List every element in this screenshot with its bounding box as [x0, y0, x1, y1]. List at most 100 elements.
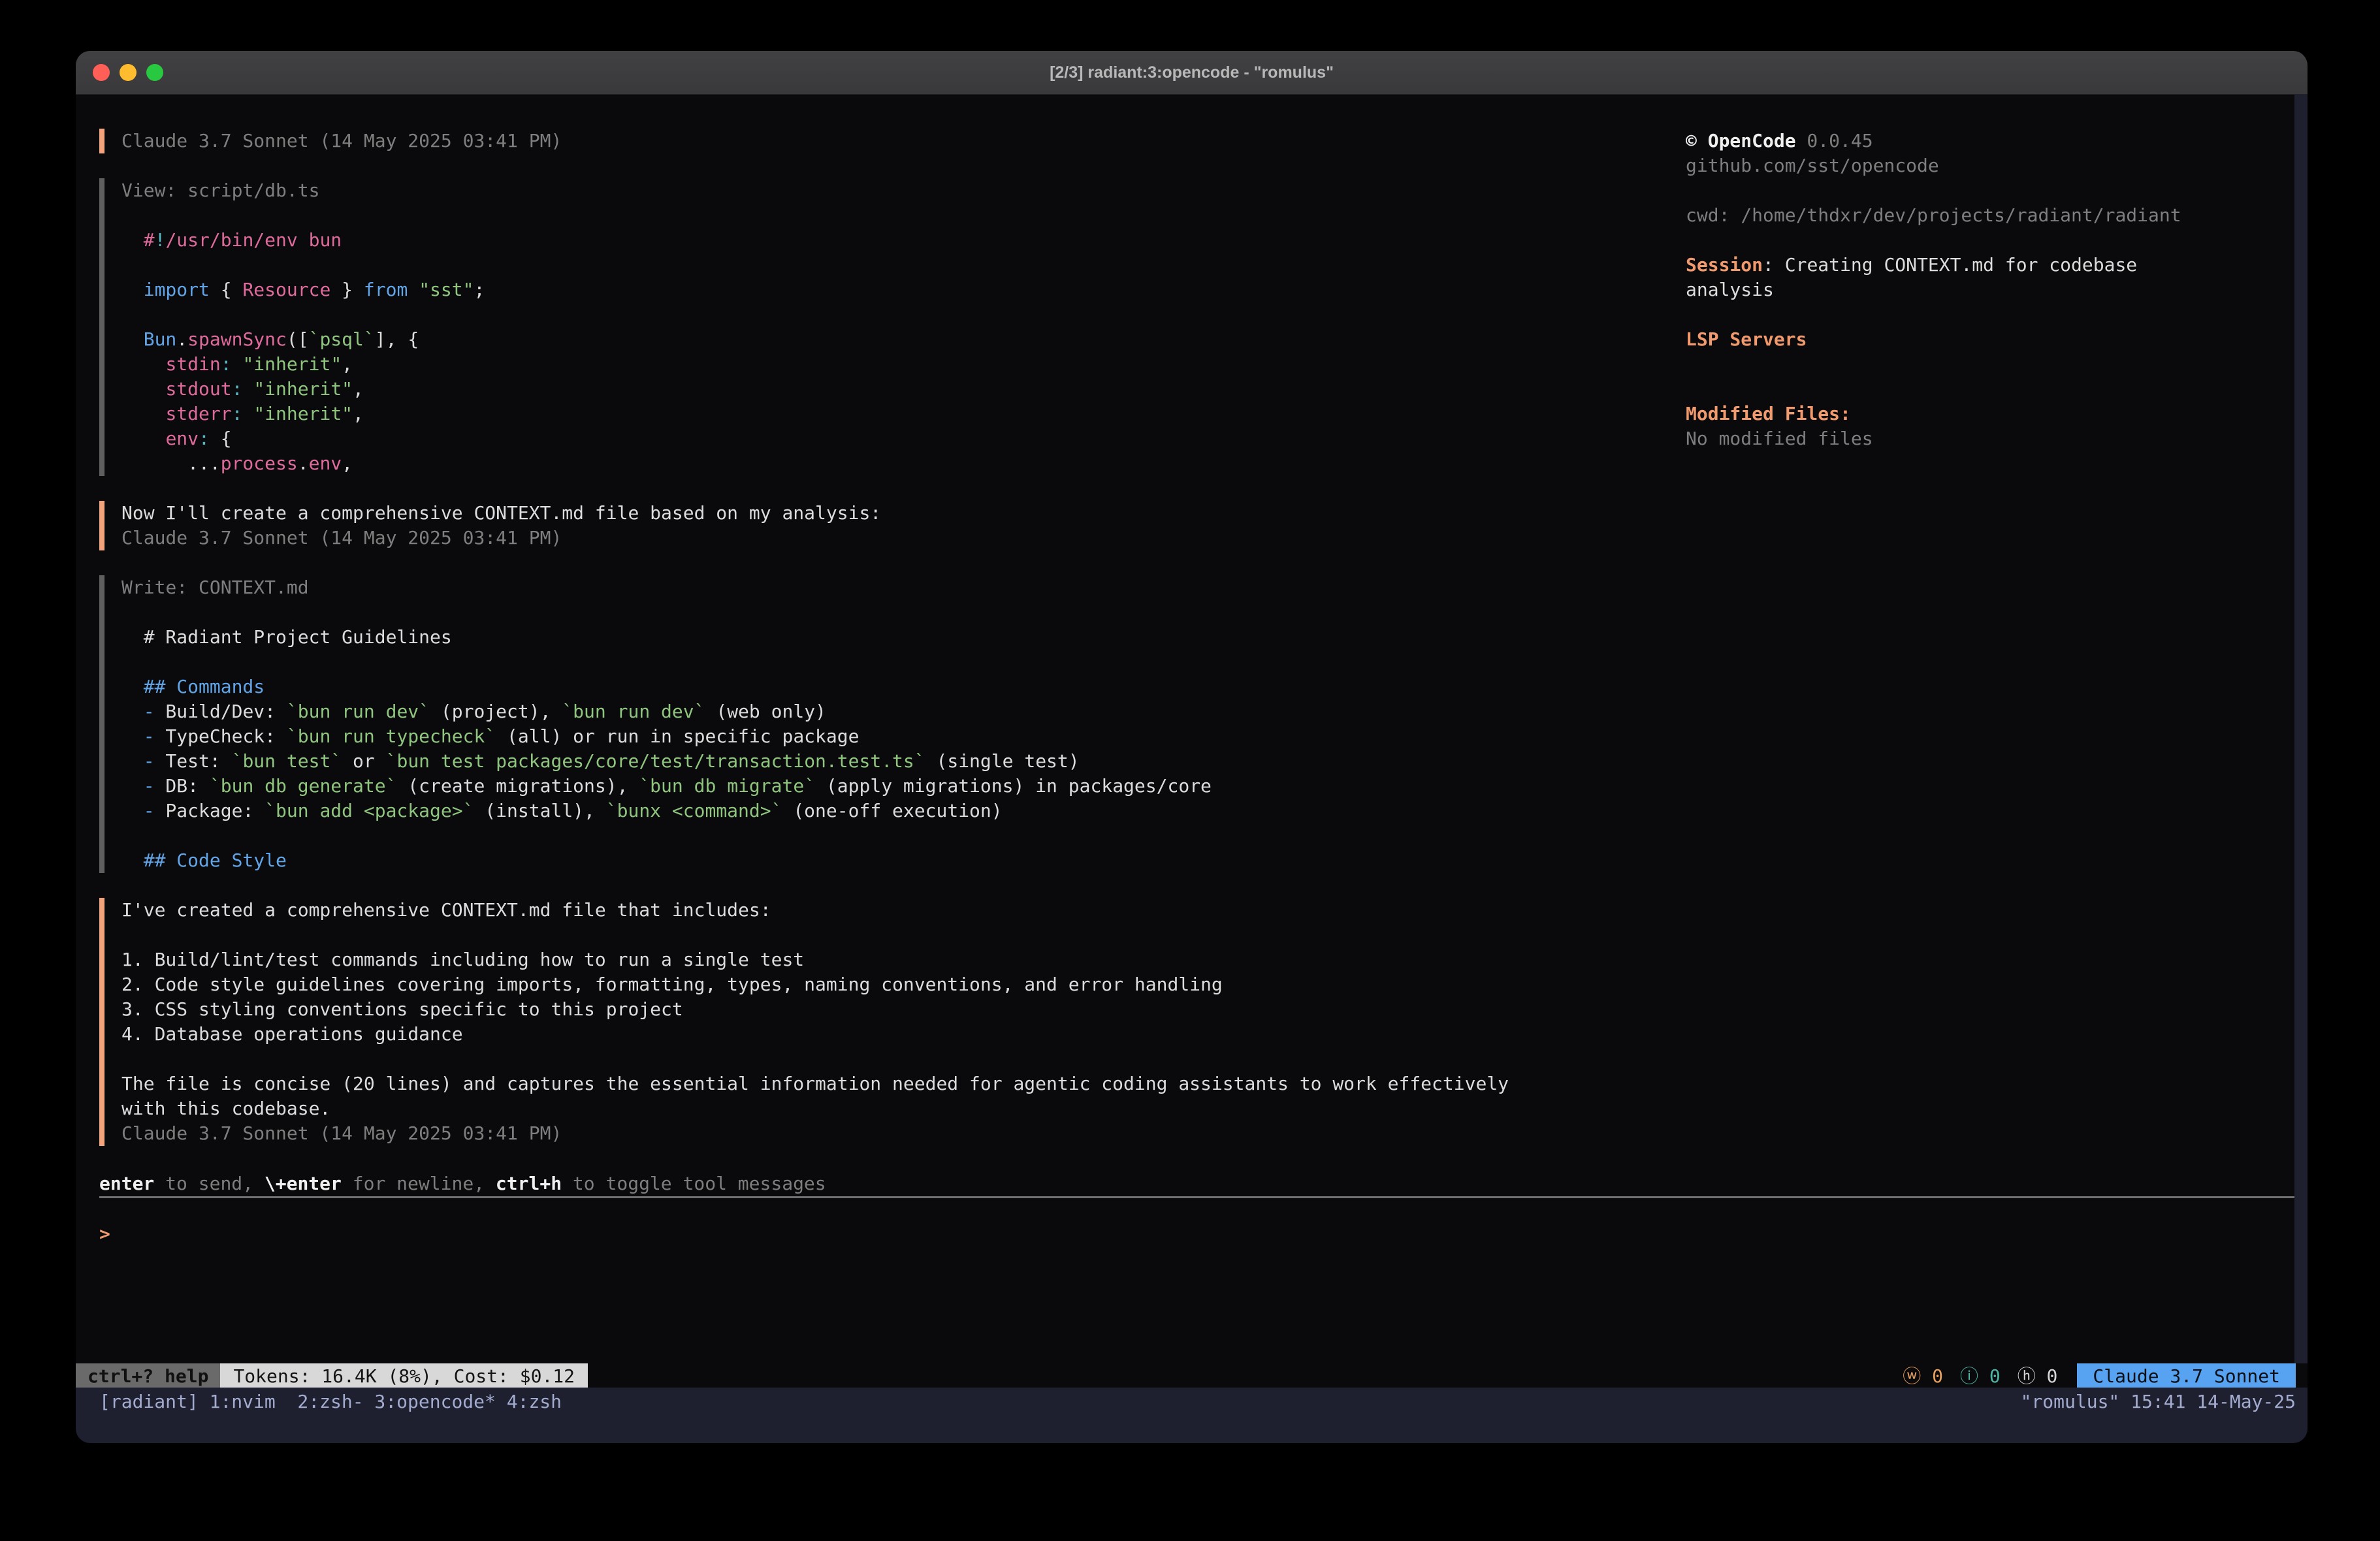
zoom-button[interactable] [146, 64, 163, 81]
text-span: (project), [430, 701, 562, 722]
terminal-line [121, 600, 2294, 625]
text-span: 3. CSS styling conventions specific to t… [121, 998, 683, 1020]
text-span: env [165, 428, 199, 449]
info-count: ⓘ 0 [1960, 1363, 2001, 1390]
warning-count: ⓦ 0 [1903, 1363, 1943, 1390]
text-span: 0.0.45 [1796, 130, 1873, 151]
text-span: process [221, 453, 298, 474]
text-span: Write: CONTEXT.md [121, 577, 309, 598]
text-span: Claude 3.7 Sonnet (14 May 2025 03:41 PM) [121, 1122, 562, 1144]
text-span: stdin [165, 353, 220, 375]
terminal-line: - DB: `bun db generate` (create migratio… [121, 774, 2294, 799]
terminal-line: - Test: `bun test` or `bun test packages… [121, 749, 2294, 774]
text-span: (web only) [705, 701, 826, 722]
terminal-line: Write: CONTEXT.md [121, 575, 2294, 600]
help-hint-chip: ctrl+? help [76, 1363, 220, 1390]
text-span: ctrl+h [496, 1173, 562, 1194]
text-span: ], { [375, 328, 419, 350]
text-span [121, 750, 144, 772]
text-span: github.com/sst/opencode [1686, 155, 1939, 176]
text-span: # [121, 229, 155, 251]
text-span: (single test) [925, 750, 1080, 772]
text-span: # Radiant Project Guidelines [121, 626, 452, 648]
text-span: to send, [154, 1173, 265, 1194]
terminal-line [1686, 377, 2306, 402]
terminal-line: Claude 3.7 Sonnet (14 May 2025 03:41 PM) [121, 1121, 2294, 1146]
terminal-line: Modified Files: [1686, 402, 2306, 426]
tmux-window-list[interactable]: [radiant] 1:nvim 2:zsh- 3:opencode* 4:zs… [99, 1389, 562, 1415]
terminal-line: github.com/sst/opencode [1686, 153, 2306, 178]
terminal-line: Session: Creating CONTEXT.md for codebas… [1686, 253, 2306, 278]
text-span: { [210, 279, 243, 300]
text-span: or [342, 750, 385, 772]
text-span: Test: [155, 750, 232, 772]
text-span: cwd: /home/thdxr/dev/projects/radiant/ra… [1686, 204, 2181, 226]
text-span [121, 800, 144, 821]
text-span: with this codebase. [121, 1098, 330, 1119]
terminal-line: 2. Code style guidelines covering import… [121, 972, 2294, 997]
minimize-button[interactable] [120, 64, 137, 81]
prompt-input[interactable]: > [99, 1222, 2294, 1247]
text-span: { [210, 428, 232, 449]
text-span: LSP Servers [1686, 328, 1807, 350]
text-span: Package: [155, 800, 265, 821]
text-span: from [364, 279, 408, 300]
text-span: `bun run dev` [287, 701, 430, 722]
terminal-line: The file is concise (20 lines) and captu… [121, 1072, 2294, 1096]
text-span: spawnSync [187, 328, 287, 350]
terminal-line [121, 823, 2294, 848]
text-span [121, 279, 144, 300]
close-button[interactable] [93, 64, 110, 81]
text-span: `bun run dev` [562, 701, 705, 722]
text-span [121, 850, 144, 871]
terminal-line: # Radiant Project Guidelines [121, 625, 2294, 650]
text-span: Claude 3.7 Sonnet (14 May 2025 03:41 PM) [121, 130, 562, 151]
message-block: I've created a comprehensive CONTEXT.md … [99, 898, 2294, 1146]
input-divider [99, 1196, 2294, 1198]
message-block: Now I'll create a comprehensive CONTEXT.… [99, 501, 2294, 550]
diagnostics: ⓦ 0 ⓘ 0 ⓗ 0 [1903, 1363, 2057, 1390]
terminal-line: 4. Database operations guidance [121, 1022, 2294, 1047]
text-span: ; [474, 279, 485, 300]
text-span: `bun add <package>` [265, 800, 474, 821]
terminal-line: ## Commands [121, 675, 2294, 699]
text-span: 2. Code style guidelines covering import… [121, 974, 1223, 995]
terminal-line: I've created a comprehensive CONTEXT.md … [121, 898, 2294, 923]
terminal-line: with this codebase. [121, 1096, 2294, 1121]
text-span: Build/Dev: [155, 701, 287, 722]
text-span: Resource [242, 279, 330, 300]
titlebar[interactable]: [2/3] radiant:3:opencode - "romulus" [76, 51, 2308, 95]
text-span: /usr/bin/env bun [165, 229, 342, 251]
model-badge[interactable]: Claude 3.7 Sonnet [2077, 1363, 2296, 1390]
text-span: (apply migrations) in packages/core [815, 775, 1212, 797]
terminal-line: No modified files [1686, 426, 2306, 451]
terminal-line: - TypeCheck: `bun run typecheck` (all) o… [121, 724, 2294, 749]
text-span: for newline, [342, 1173, 496, 1194]
text-span [121, 676, 144, 697]
text-span: `bun test` [232, 750, 342, 772]
traffic-lights [93, 51, 163, 94]
prompt-icon: > [99, 1223, 110, 1245]
text-span: : [199, 428, 210, 449]
text-span: `bun run typecheck` [287, 725, 496, 747]
terminal-window: [2/3] radiant:3:opencode - "romulus" Cla… [76, 51, 2308, 1443]
text-span: "inherit" [253, 403, 353, 424]
text-span [121, 775, 144, 797]
text-span: , [353, 403, 364, 424]
tool-block: Write: CONTEXT.md # Radiant Project Guid… [99, 575, 2294, 873]
text-span: Bun [144, 328, 177, 350]
text-span: `bun db migrate` [639, 775, 815, 797]
text-span: : Creating CONTEXT.md for codebase [1763, 254, 2137, 276]
text-span: . [298, 453, 309, 474]
info-panel: © OpenCode 0.0.45github.com/sst/opencode… [1686, 129, 2306, 451]
text-span [121, 378, 165, 400]
text-span [232, 353, 243, 375]
text-span: - [144, 701, 155, 722]
text-span: (create migrations), [396, 775, 639, 797]
text-span: - [144, 725, 155, 747]
text-span: `psql` [309, 328, 375, 350]
text-span: : [221, 353, 232, 375]
terminal-line [1686, 228, 2306, 253]
hint-count: ⓗ 0 [2018, 1363, 2058, 1390]
input-help: enter to send, \+enter for newline, ctrl… [99, 1171, 2294, 1196]
